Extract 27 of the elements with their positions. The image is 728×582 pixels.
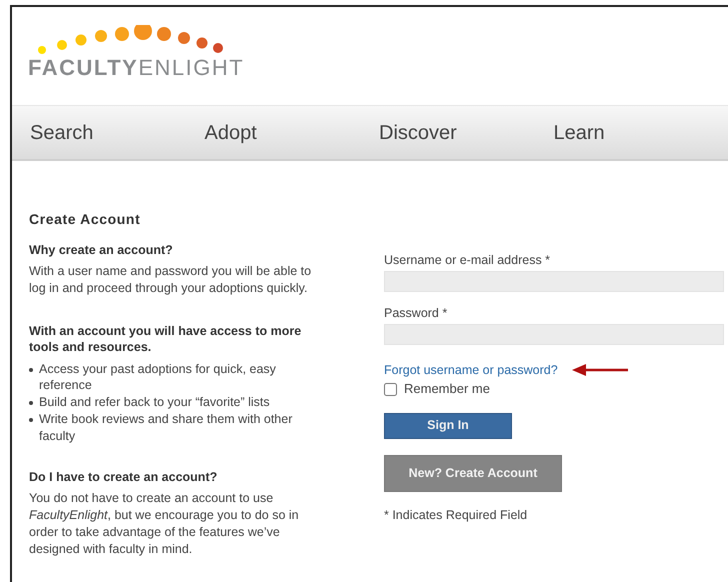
nav-link[interactable]: Search [30,118,204,148]
arrow-icon [572,364,628,376]
paragraph: With a user name and password you will be able to log in and proceed through your adoptions quickly. [29,263,312,297]
checkbox[interactable] [384,382,397,396]
input-field[interactable] [384,324,724,344]
section-heading: With an account you will have access to more tools and resources. [29,323,302,356]
bullet-text: Access your past adoptions for quick, easy reference [39,360,277,394]
bullet-icon [29,418,33,422]
logo-wordmark: FACULTYENLIGHT [28,57,246,79]
section-heading: Why create an account? [29,242,174,258]
checkbox-label: Remember me [404,380,490,398]
bullet-icon [29,368,33,372]
required-note: * Indicates Required Field [384,506,528,524]
nav-link[interactable]: Adopt [204,118,379,148]
sign-in-button[interactable]: Sign In [384,412,512,439]
field-label: Username or e-mail address * [384,252,552,269]
forgot-link[interactable]: Forgot username or password? [384,360,558,380]
section-heading: Do I have to create an account? [29,468,218,486]
bullet-icon [29,401,33,406]
field-label: Password * [384,304,448,322]
nav-link[interactable]: Discover [379,118,554,148]
bullet-text: Write book reviews and share them with other faculty [39,411,294,445]
nav-link[interactable]: Learn [554,118,728,148]
section-title: Create Account [29,210,142,229]
input-field[interactable] [384,270,724,292]
paragraph: You do not have to create an account to use FacultyEnlight, but we encourage you to do so in order to take advantage of the features we’ve designed with faculty in mind. [29,490,300,558]
bullet-text: Build and refer back to your “favorite” lists [39,394,270,412]
